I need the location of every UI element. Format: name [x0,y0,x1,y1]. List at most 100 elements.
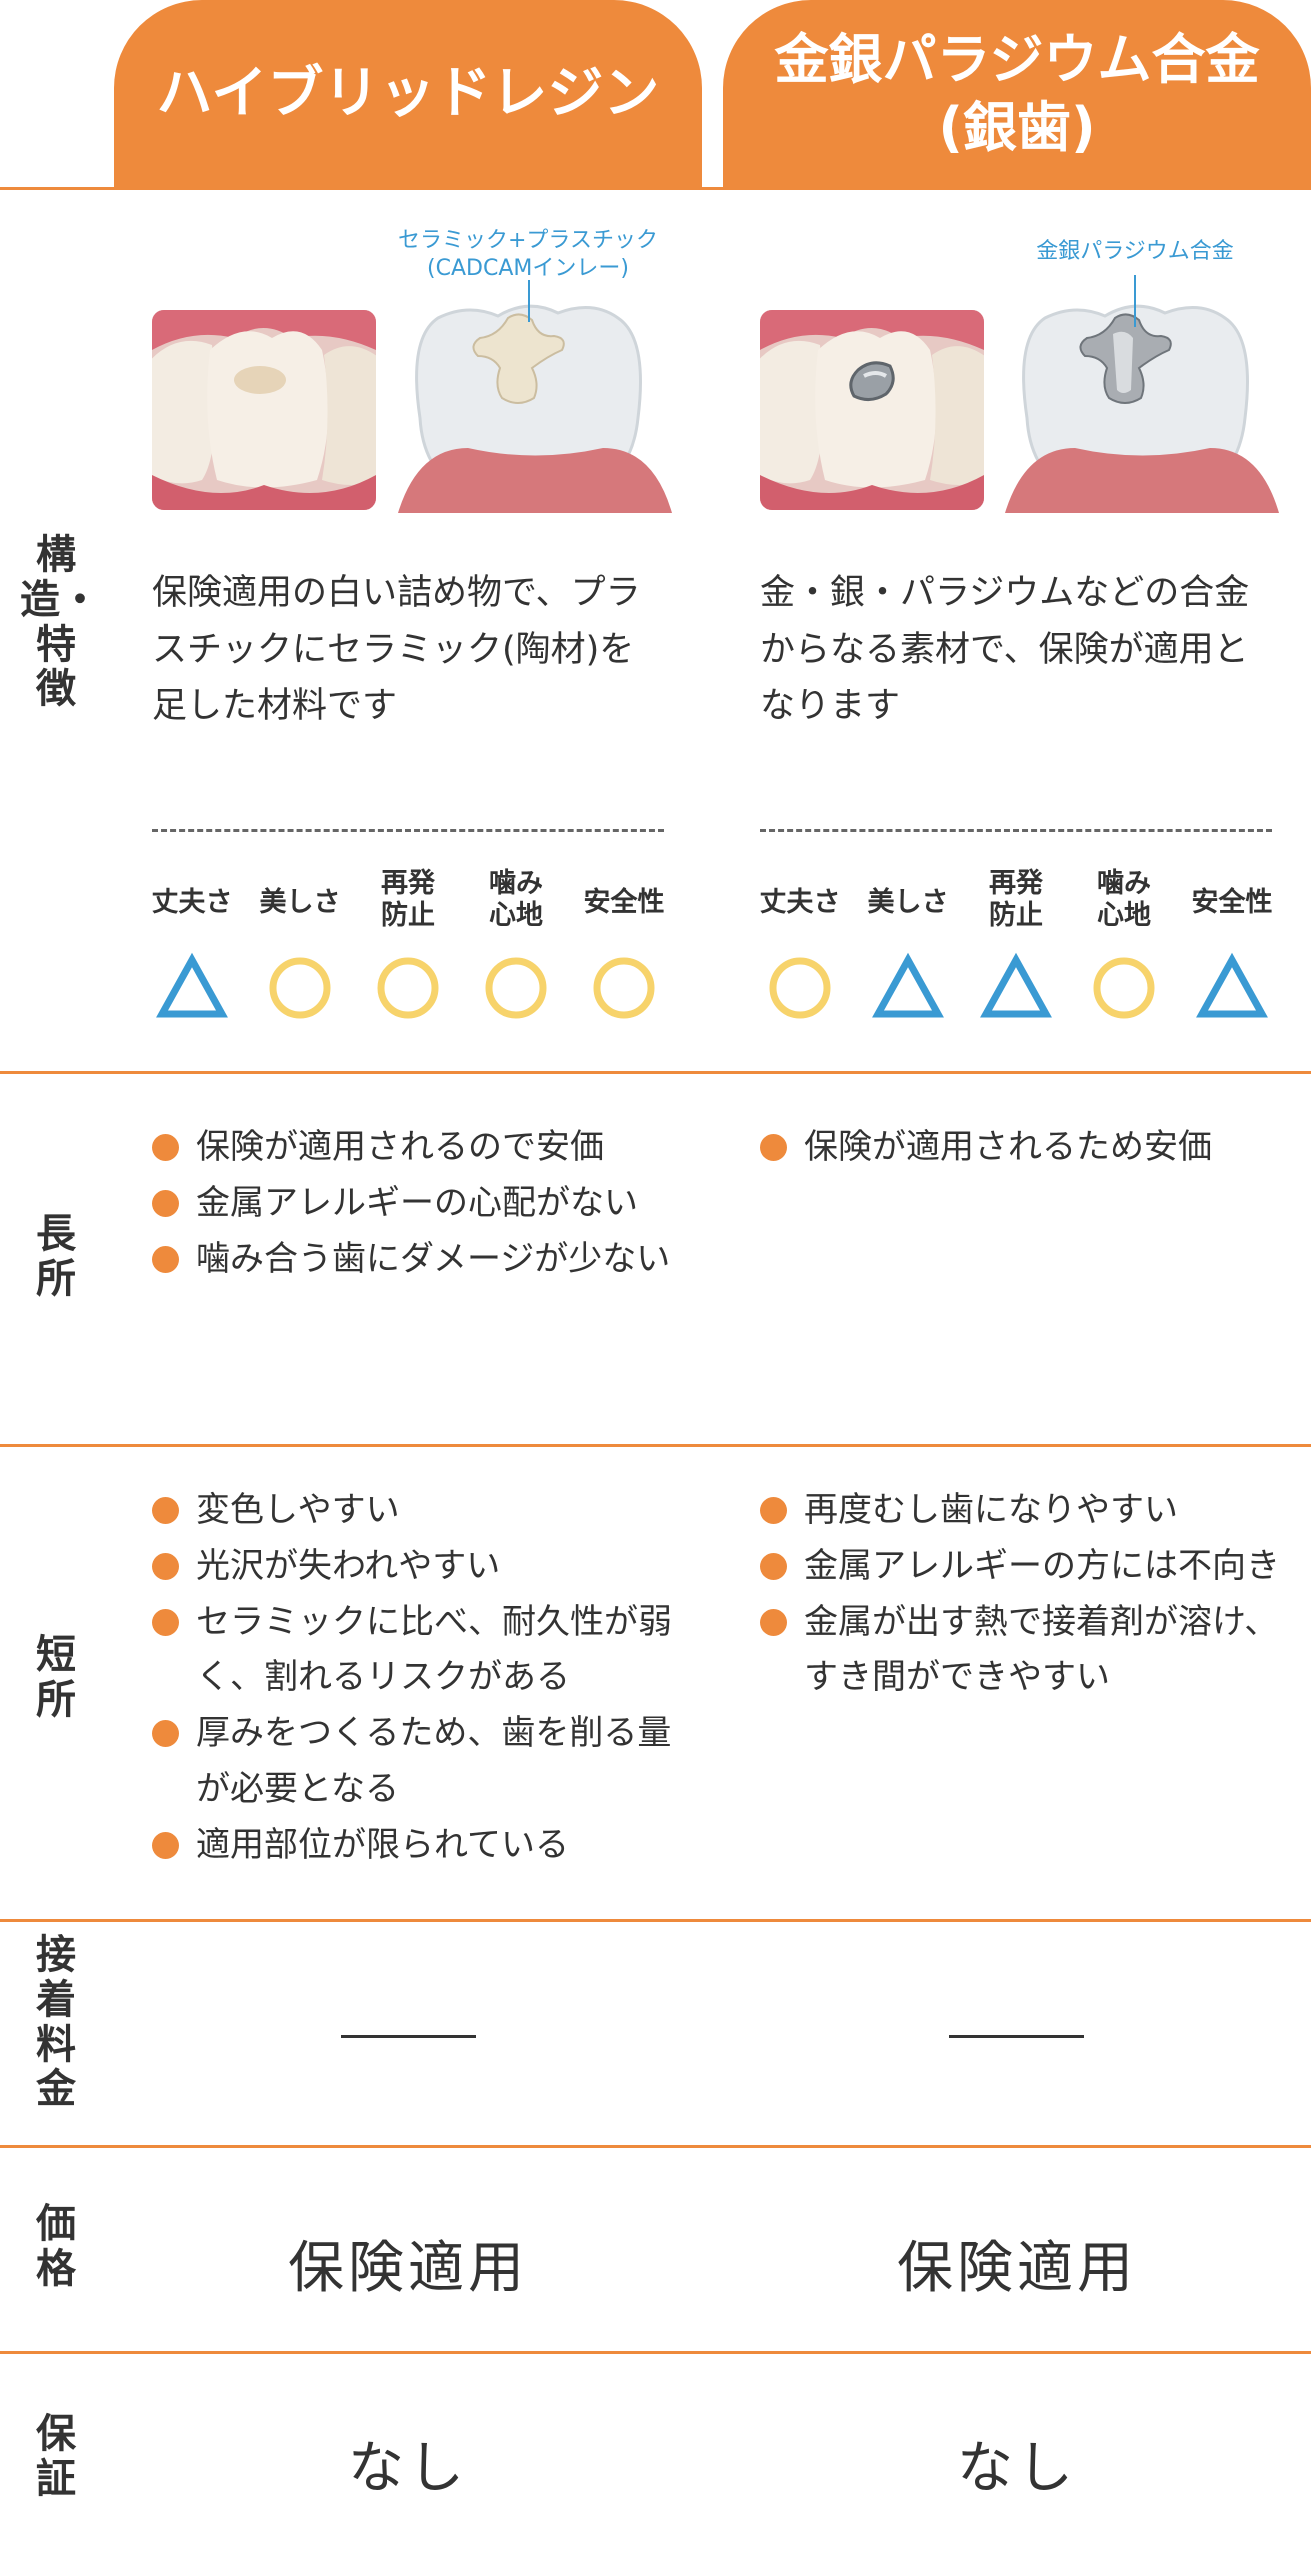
hybrid-resin-rating-label-recurrence: 再発 防止 [358,868,458,932]
hybrid-resin-warranty: なし [348,2436,468,2501]
hybrid-resin-rating-label-beauty: 美しさ [250,887,350,919]
metal-inlay-rating-label-beauty: 美しさ [858,887,958,919]
hybrid-resin-rating-triangle-icon [156,952,228,1018]
header-hybrid-resin-title: ハイブリッドレジン [156,60,660,126]
metal-inlay-rating-triangle-icon [980,952,1052,1018]
hybrid-resin-callout-line [528,280,530,322]
rating-label-line: 防止 [989,899,1043,931]
hybrid-resin-bonding-fee-none [341,2035,476,2038]
row-label-merits: 長所 [20,1212,92,1302]
rating-label-line: 美しさ [867,887,949,918]
list-item: 保険が適用されるので安価 [152,1120,672,1176]
metal-inlay-rating-triangle-icon [1196,952,1268,1018]
rating-label-line: 噛み [1097,868,1151,899]
rating-label-line: 心地 [1097,899,1151,931]
rating-label-line: 噛み [489,868,543,899]
row-label-bonding-fee-text: 接着料金 [36,1932,76,2113]
metal-inlay-merits-list: 保険が適用されるため安価 [760,1120,1280,1176]
list-item: 金属アレルギーの方には不向き [760,1539,1280,1595]
metal-inlay-illustration [1005,304,1279,513]
hybrid-resin-rating-label-bite-comfort: 噛み 心地 [466,868,566,932]
list-item: 保険が適用されるため安価 [760,1120,1280,1176]
metal-inlay-description-line: 金・銀・パラジウムなどの合金 [760,573,1250,613]
metal-inlay-description-line: からなる素材で、保険が適用と [760,629,1249,670]
list-item: セラミックに比べ、耐久性が弱く、割れるリスクがある [152,1595,672,1707]
hybrid-resin-description-line: スチックにセラミック(陶材)を [152,629,635,670]
rating-label-line: 再発 [381,868,435,899]
metal-inlay-description-line: なります [760,686,901,727]
row-label-structure: 構造・特徴 [20,533,100,712]
row-label-warranty: 保証 [20,2412,92,2502]
metal-inlay-warranty: なし [957,2436,1077,2501]
row-label-warranty-text: 保証 [36,2411,76,2502]
list-item: 金属が出す熱で接着剤が溶け、すき間ができやすい [760,1595,1280,1707]
hybrid-resin-dashed-divider [152,829,664,832]
hybrid-resin-rating-label-safety: 安全性 [574,887,674,919]
rating-label-line: 丈夫さ [151,887,233,918]
hybrid-resin-merits-list: 保険が適用されるので安価 金属アレルギーの心配がない 噛み合う歯にダメージが少な… [152,1120,672,1287]
rating-label-line: 安全性 [583,887,665,918]
hybrid-resin-price: 保険適用 [288,2236,528,2301]
hybrid-resin-rating-circle-icon [593,957,655,1019]
hybrid-resin-callout: セラミック+プラスチック (CADCAMインレー) [378,227,678,282]
metal-inlay-rating-circle-icon [1093,957,1155,1019]
header-gold-silver-palladium-title: 金銀パラジウム合金 [774,28,1260,91]
hybrid-resin-rating-circle-icon [269,957,331,1019]
metal-inlay-callout: 金銀パラジウム合金 [985,238,1285,266]
divider-merits [0,1444,1311,1447]
divider-demerits [0,1919,1311,1922]
hybrid-resin-rating-label-durability: 丈夫さ [142,887,242,919]
metal-inlay-rating-label-bite-comfort: 噛み 心地 [1074,868,1174,932]
rating-label-line: 心地 [489,899,543,931]
divider-price [0,2351,1311,2354]
rating-label-line: 丈夫さ [759,887,841,918]
hybrid-resin-rating-circle-icon [485,957,547,1019]
divider-top [0,187,1311,190]
header-hybrid-resin: ハイブリッドレジン [114,0,702,187]
hybrid-resin-rating-circle-icon [377,957,439,1019]
rating-label-line: 安全性 [1191,887,1273,918]
metal-inlay-callout-line [1134,275,1136,327]
list-item: 再度むし歯になりやすい [760,1483,1280,1539]
metal-inlay-rating-label-durability: 丈夫さ [750,887,850,919]
row-label-price: 価格 [20,2202,92,2292]
rating-label-line: 防止 [381,899,435,931]
hybrid-resin-tooth-photo [152,310,376,510]
list-item: 変色しやすい [152,1483,672,1539]
metal-inlay-bonding-fee-none [949,2035,1084,2038]
header-gold-silver-palladium-subtitle: (銀歯) [938,95,1096,159]
metal-inlay-description: 金・銀・パラジウムなどの合金 からなる素材で、保険が適用と なります [760,565,1300,735]
metal-inlay-tooth-photo [760,310,984,510]
hybrid-resin-description: 保険適用の白い詰め物で、プラ スチックにセラミック(陶材)を 足した材料です [152,565,692,735]
row-label-demerits-text: 短所 [36,1632,76,1723]
rating-label-line: 美しさ [259,887,341,918]
metal-inlay-demerits-list: 再度むし歯になりやすい 金属アレルギーの方には不向き 金属が出す熱で接着剤が溶け… [760,1483,1280,1706]
hybrid-resin-callout-line2: (CADCAMインレー) [427,255,629,281]
list-item: 光沢が失われやすい [152,1539,672,1595]
hybrid-resin-description-line: 保険適用の白い詰め物で、プラ [152,573,641,613]
row-label-price-text: 価格 [36,2201,76,2292]
row-label-bonding-fee: 接着料金 [20,1933,92,2112]
list-item: 厚みをつくるため、歯を削る量が必要となる [152,1706,672,1818]
metal-inlay-rating-triangle-icon [872,952,944,1018]
metal-inlay-photo-drawing [760,310,984,510]
rating-label-line: 再発 [989,868,1043,899]
metal-inlay-rating-label-recurrence: 再発 防止 [966,868,1066,932]
header-gold-silver-palladium: 金銀パラジウム合金 (銀歯) [723,0,1311,187]
metal-inlay-dashed-divider [760,829,1272,832]
metal-inlay-callout-text: 金銀パラジウム合金 [1036,239,1234,264]
metal-inlay-rating-label-safety: 安全性 [1182,887,1282,919]
metal-inlay-price: 保険適用 [897,2236,1137,2301]
row-label-structure-text: 構造・特徴 [20,532,100,713]
list-item: 噛み合う歯にダメージが少ない [152,1232,672,1288]
hybrid-resin-demerits-list: 変色しやすい 光沢が失われやすい セラミックに比べ、耐久性が弱く、割れるリスクが… [152,1483,672,1873]
row-label-demerits: 短所 [20,1633,92,1723]
row-label-merits-text: 長所 [36,1211,76,1302]
list-item: 金属アレルギーの心配がない [152,1176,672,1232]
hybrid-resin-inlay-illustration [398,304,672,513]
list-item: 適用部位が限られている [152,1818,672,1874]
hybrid-resin-photo-drawing [152,310,376,510]
divider-structure [0,1071,1311,1074]
divider-bonding [0,2145,1311,2148]
hybrid-resin-callout-line1: セラミック+プラスチック [398,228,658,253]
